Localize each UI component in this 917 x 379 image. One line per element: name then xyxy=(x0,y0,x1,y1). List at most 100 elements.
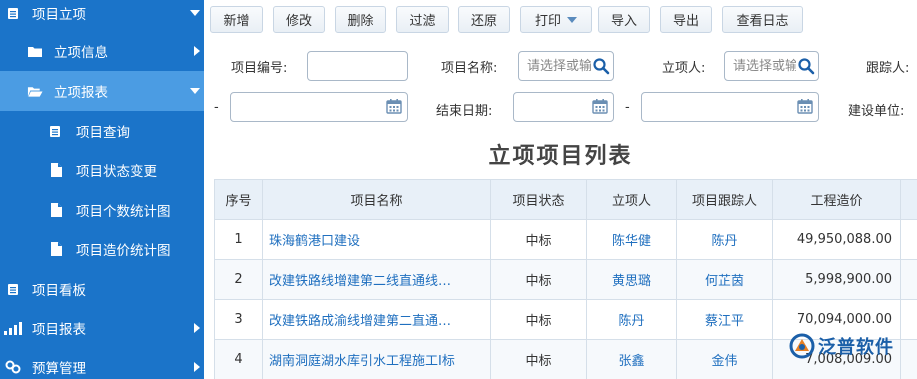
initiator-combobox xyxy=(724,51,819,81)
view-log-button[interactable]: 查看日志 xyxy=(722,6,803,33)
sidebar-item-label: 项目造价统计图 xyxy=(76,243,171,259)
import-button[interactable]: 导入 xyxy=(598,6,650,33)
sidebar-item-status-change[interactable]: 项目状态变更 xyxy=(0,150,204,190)
logo-mark-icon xyxy=(789,333,815,359)
cell-no: 4 xyxy=(214,339,263,379)
sidebar-item-label: 项目报表 xyxy=(32,322,86,338)
chevron-right-icon xyxy=(194,46,200,56)
link-icon xyxy=(5,360,21,374)
cell-filler xyxy=(900,219,917,260)
sidebar-item-count-chart[interactable]: 项目个数统计图 xyxy=(0,190,204,230)
column-header-no[interactable]: 序号 xyxy=(214,179,263,220)
brand-logo: 泛普软件 xyxy=(789,331,917,361)
start-date-end-input[interactable] xyxy=(230,92,408,122)
search-icon[interactable] xyxy=(797,57,815,75)
table-row[interactable]: 1 珠海鹤港口建设 中标 陈华健 陈丹 49,950,088.00 xyxy=(214,219,917,260)
edit-button[interactable]: 修改 xyxy=(273,6,325,33)
column-header-status[interactable]: 项目状态 xyxy=(490,179,587,220)
chevron-down-icon xyxy=(190,10,200,16)
sidebar-item-project-reports[interactable]: 项目报表 xyxy=(0,308,204,348)
folder-icon xyxy=(27,45,43,58)
column-header-tracker[interactable]: 项目跟踪人 xyxy=(676,179,773,220)
app-window: 项目立项 立项信息 立项报表 项目查询 项目状态变更 项目个数统计图 项目造价统… xyxy=(0,0,917,379)
sidebar-item-initiation-reports[interactable]: 立项报表 xyxy=(0,71,204,111)
search-icon[interactable] xyxy=(592,57,610,75)
column-header-name[interactable]: 项目名称 xyxy=(262,179,491,220)
initiator-link[interactable]: 陈丹 xyxy=(618,314,644,329)
cell-filler xyxy=(900,259,917,300)
sidebar-item-project-initiation[interactable]: 项目立项 xyxy=(0,0,204,33)
initiator-link[interactable]: 黄思璐 xyxy=(612,274,651,289)
export-button[interactable]: 导出 xyxy=(660,6,712,33)
print-dropdown-button[interactable]: 打印 xyxy=(520,6,592,33)
project-name-link[interactable]: 湖南洞庭湖水库引水工程施工I标 xyxy=(269,354,455,369)
page-title: 立项项目列表 xyxy=(488,144,633,169)
calendar-icon[interactable] xyxy=(797,99,815,117)
project-name-label: 项目名称: xyxy=(441,61,498,76)
project-name-combobox xyxy=(518,51,614,81)
start-date-picker xyxy=(230,92,408,122)
initiator-link[interactable]: 陈华健 xyxy=(612,234,651,249)
end-date-to-input[interactable] xyxy=(641,92,819,122)
construction-unit-label: 建设单位: xyxy=(848,104,905,119)
sidebar-item-label: 项目状态变更 xyxy=(76,164,157,180)
tracker-link[interactable]: 何芷茵 xyxy=(705,274,744,289)
toolbar: 新增 修改 删除 过滤 还原 打印 导入 导出 查看日志 xyxy=(204,0,917,38)
project-name-link[interactable]: 改建铁路线增建第二线直通线… xyxy=(269,274,451,289)
sidebar-item-label: 项目看板 xyxy=(32,283,86,299)
cell-status: 中标 xyxy=(490,259,587,300)
cell-cost: 49,950,088.00 xyxy=(772,219,901,260)
project-name-link[interactable]: 珠海鹤港口建设 xyxy=(269,234,360,249)
date-range-separator: - xyxy=(625,100,630,115)
print-label: 打印 xyxy=(534,14,561,29)
sidebar-item-label: 项目立项 xyxy=(32,7,86,23)
sidebar: 项目立项 立项信息 立项报表 项目查询 项目状态变更 项目个数统计图 项目造价统… xyxy=(0,0,204,379)
initiator-link[interactable]: 张鑫 xyxy=(618,354,644,369)
cell-cost: 5,998,900.00 xyxy=(772,259,901,300)
file-icon xyxy=(50,203,62,217)
project-name-link[interactable]: 改建铁路成渝线增建第二直通… xyxy=(269,314,451,329)
end-date-to-picker xyxy=(641,92,819,122)
sidebar-item-project-board[interactable]: 项目看板 xyxy=(0,269,204,309)
chevron-down-icon xyxy=(567,16,577,23)
tracker-label: 跟踪人: xyxy=(866,61,910,76)
delete-button[interactable]: 删除 xyxy=(335,6,386,33)
document-icon xyxy=(6,7,20,20)
sidebar-item-label: 预算管理 xyxy=(32,361,86,377)
sidebar-item-project-query[interactable]: 项目查询 xyxy=(0,111,204,151)
tracker-link[interactable]: 金伟 xyxy=(711,354,737,369)
table-header-row: 序号 项目名称 项目状态 立项人 项目跟踪人 工程造价 xyxy=(214,179,917,220)
end-date-from-picker xyxy=(513,92,614,122)
file-icon xyxy=(50,242,62,256)
sidebar-item-cost-chart[interactable]: 项目造价统计图 xyxy=(0,229,204,269)
column-header-initiator[interactable]: 立项人 xyxy=(586,179,677,220)
cell-no: 3 xyxy=(214,299,263,340)
logo-text: 泛普软件 xyxy=(818,337,894,358)
cell-no: 1 xyxy=(214,219,263,260)
filter-button[interactable]: 过滤 xyxy=(396,6,449,33)
cell-status: 中标 xyxy=(490,219,587,260)
column-header-cost[interactable]: 工程造价 xyxy=(772,179,901,220)
calendar-icon[interactable] xyxy=(386,99,404,117)
bar-chart-icon xyxy=(4,321,22,335)
sidebar-item-label: 项目个数统计图 xyxy=(76,204,171,220)
table-row[interactable]: 2 改建铁路线增建第二线直通线… 中标 黄思璐 何芷茵 5,998,900.00 xyxy=(214,259,917,300)
cell-status: 中标 xyxy=(490,339,587,379)
sidebar-item-label: 项目查询 xyxy=(76,125,130,141)
sidebar-item-budget-management[interactable]: 预算管理 xyxy=(0,347,204,379)
calendar-icon[interactable] xyxy=(592,99,610,117)
document-icon xyxy=(48,125,62,138)
project-no-label: 项目编号: xyxy=(231,61,288,76)
chevron-right-icon xyxy=(194,362,200,372)
project-no-input[interactable] xyxy=(307,51,408,81)
tracker-link[interactable]: 蔡江平 xyxy=(705,314,744,329)
sidebar-item-label: 立项信息 xyxy=(54,45,108,61)
folder-open-icon xyxy=(27,85,43,98)
tracker-link[interactable]: 陈丹 xyxy=(711,234,737,249)
sidebar-item-initiation-info[interactable]: 立项信息 xyxy=(0,31,204,71)
sidebar-item-label: 立项报表 xyxy=(54,85,108,101)
restore-button[interactable]: 还原 xyxy=(458,6,510,33)
date-range-separator: - xyxy=(214,100,219,115)
cell-status: 中标 xyxy=(490,299,587,340)
add-button[interactable]: 新增 xyxy=(210,6,263,33)
